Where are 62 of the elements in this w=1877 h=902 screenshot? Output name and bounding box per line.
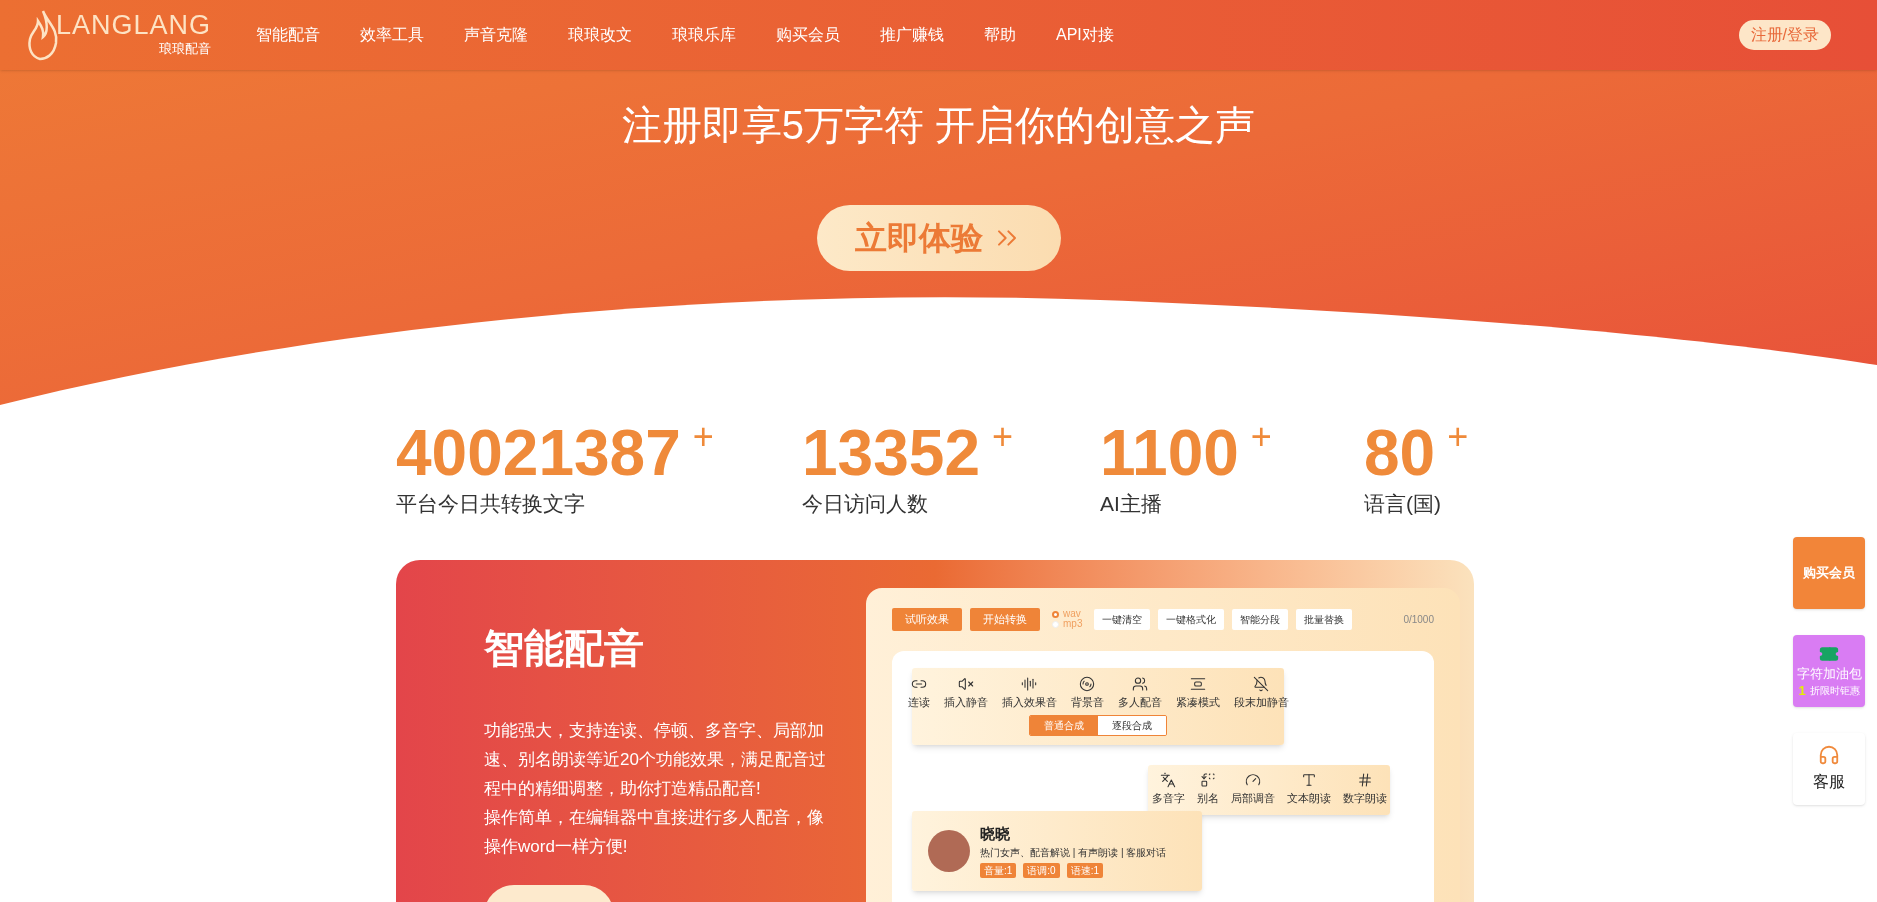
stat-number: 1100: [1100, 418, 1239, 488]
stat-label: 语言(国): [1364, 491, 1442, 517]
mode-tab[interactable]: 逐段合成: [1098, 716, 1166, 735]
tool-button[interactable]: 背景音: [1070, 693, 1104, 710]
tool-icon: [957, 675, 974, 692]
tool-icon: [1021, 675, 1037, 692]
tool-button[interactable]: 多人配音: [1117, 693, 1162, 710]
format-label: mp3: [1063, 619, 1083, 629]
tool-icon: [1253, 675, 1269, 692]
tool-button[interactable]: 多音字: [1151, 790, 1185, 807]
feature-title: 智能配音: [484, 624, 645, 672]
tool-button[interactable]: 段末加静音: [1233, 693, 1289, 710]
service-label: 客服: [1813, 772, 1845, 792]
logo-wordmark: LANGLANG: [56, 11, 212, 40]
radio-button[interactable]: [1052, 610, 1059, 618]
tool-icon: [1160, 772, 1176, 789]
stat-label: 今日访问人数: [802, 491, 929, 517]
stat-number: 13352: [802, 418, 980, 488]
tool-icon: [1356, 772, 1373, 789]
tool-icon: [1199, 772, 1216, 789]
tool-button[interactable]: 批量替换: [1296, 608, 1353, 630]
flame-icon: [26, 9, 60, 61]
plus-sign: +: [1250, 415, 1272, 459]
voice-tags: 热门女声、配音解说 | 有声朗读 | 客服对话: [980, 845, 1167, 861]
plus-sign: +: [991, 415, 1013, 459]
tool-button[interactable]: 文本朗读: [1286, 790, 1331, 807]
stat-number: 40021387: [396, 418, 681, 488]
stat-label: AI主播: [1100, 491, 1163, 517]
tool-button[interactable]: 一键清空: [1094, 608, 1151, 630]
tool-icon: [1131, 675, 1148, 692]
promo-text: 折限时钜惠: [1809, 684, 1860, 699]
fuel-pack-title: 字符加油包: [1796, 664, 1862, 683]
character-counter: 0/1000: [1403, 612, 1434, 627]
tool-button[interactable]: 插入静音: [943, 693, 988, 710]
feature-description: 操作简单，在编辑器中直接进行多人配音，像操作word一样方便!: [484, 806, 825, 858]
voice-setting-tag: 语调:0: [1023, 863, 1060, 879]
tool-button[interactable]: 连读: [907, 693, 930, 710]
plus-sign: +: [692, 415, 714, 459]
tool-icon: [1300, 772, 1317, 789]
tool-button[interactable]: 紧凑模式: [1175, 693, 1220, 710]
stat-label: 平台今日共转换文字: [396, 491, 586, 517]
tool-icon: [1079, 675, 1095, 692]
headset-icon: [1818, 744, 1840, 766]
tool-button[interactable]: 数字朗读: [1342, 790, 1387, 807]
customer-service-button[interactable]: 客服: [1793, 733, 1865, 805]
voice-name: 晓晓: [980, 823, 1011, 844]
stat-number: 80: [1364, 418, 1436, 488]
voice-setting-tag: 音量:1: [980, 863, 1017, 879]
tool-button[interactable]: 一键格式化: [1158, 608, 1225, 630]
tool-icon: [1189, 675, 1206, 692]
promo-digit: 1: [1798, 683, 1806, 698]
hero-title: 注册即享5万字符 开启你的创意之声: [621, 102, 1256, 149]
format-label: wav: [1063, 609, 1081, 619]
tool-button[interactable]: 局部调音: [1230, 790, 1275, 807]
logo-subtitle: 琅琅配音: [159, 40, 212, 59]
avatar: [928, 829, 970, 872]
tool-button[interactable]: 智能分段: [1232, 608, 1289, 630]
voice-setting-tag: 语速:1: [1066, 863, 1104, 879]
tool-button[interactable]: 插入效果音: [1001, 693, 1057, 710]
feature-description: 功能强大，支持连读、停顿、多音字、局部加速、别名朗读等近20个功能效果，满足配音过程中的精细调整，助你打造精品配音!: [484, 719, 827, 800]
tool-button[interactable]: 别名: [1196, 790, 1219, 807]
plus-sign: +: [1447, 415, 1469, 459]
